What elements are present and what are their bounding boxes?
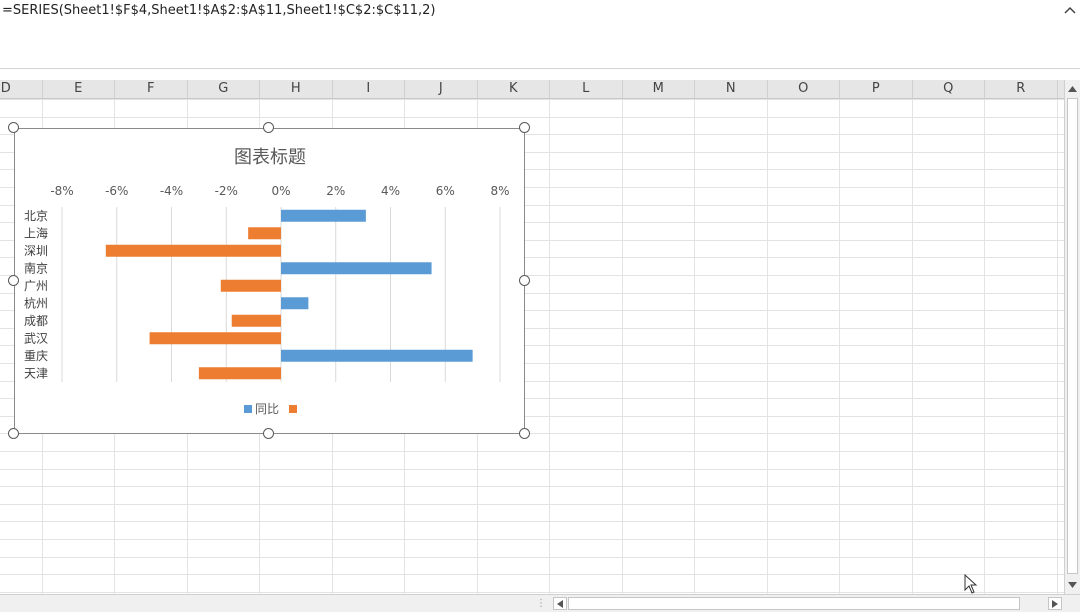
grid-line: [0, 591, 1064, 593]
category-label[interactable]: 杭州: [24, 295, 48, 310]
grid-line: [0, 99, 1064, 100]
x-tick-label[interactable]: 4%: [381, 184, 400, 198]
category-label[interactable]: 重庆: [24, 349, 48, 363]
bar-成都[interactable]: [231, 314, 281, 327]
resize-handle-right[interactable]: [519, 275, 530, 286]
category-label[interactable]: 成都: [24, 314, 48, 328]
category-label[interactable]: 广州: [24, 279, 48, 293]
legend-swatch-1[interactable]: [244, 405, 252, 413]
grid-line: [694, 99, 695, 594]
resize-handle-top-right[interactable]: [519, 122, 530, 133]
grid-line: [0, 116, 1064, 118]
column-header-n[interactable]: N: [695, 80, 768, 98]
category-label[interactable]: 上海: [24, 225, 48, 240]
grid-line: [839, 99, 840, 594]
x-tick-label[interactable]: -6%: [105, 184, 128, 198]
legend-swatch-2[interactable]: [289, 405, 297, 413]
grid-line: [1056, 99, 1058, 594]
resize-handle-bottom-left[interactable]: [8, 428, 19, 439]
legend-label-1[interactable]: 同比: [255, 402, 279, 416]
bar-北京[interactable]: [281, 209, 366, 222]
bar-杭州[interactable]: [281, 297, 309, 310]
x-tick-label[interactable]: 2%: [326, 184, 345, 198]
column-header-i[interactable]: I: [333, 80, 405, 98]
chart-area[interactable]: 图表标题 -8% -6% -4% -2% 0% 2% 4% 6% 8% 北京上海深圳南京广州杭州…: [14, 128, 525, 434]
x-tick-label[interactable]: 6%: [436, 184, 455, 198]
x-tick-label[interactable]: -4%: [160, 184, 183, 198]
resize-handle-top-left[interactable]: [8, 122, 19, 133]
horizontal-scroll-thumb[interactable]: [568, 597, 1020, 610]
resize-handle-bottom[interactable]: [263, 428, 274, 439]
grid-line: [0, 468, 1064, 470]
column-header-f[interactable]: F: [115, 80, 188, 98]
mouse-pointer-icon: [964, 573, 978, 598]
bar-chart[interactable]: 图表标题 -8% -6% -4% -2% 0% 2% 4% 6% 8% 北京上海深圳南京广州杭州…: [15, 129, 526, 435]
bar-武汉[interactable]: [149, 332, 281, 345]
x-tick-label[interactable]: 8%: [490, 184, 509, 198]
bar-重庆[interactable]: [281, 349, 473, 362]
grid-line: [766, 99, 768, 594]
column-header-g[interactable]: G: [188, 80, 260, 98]
column-header-j[interactable]: J: [405, 80, 478, 98]
scroll-right-icon[interactable]: [1048, 597, 1062, 610]
column-header-e[interactable]: E: [43, 80, 115, 98]
column-header-l[interactable]: L: [550, 80, 623, 98]
grid-line: [911, 99, 913, 594]
resize-handle-top[interactable]: [263, 122, 274, 133]
grid-line: [549, 99, 550, 594]
column-header-d[interactable]: D: [0, 80, 43, 98]
grid-line: [0, 503, 1064, 505]
column-header-h[interactable]: H: [260, 80, 333, 98]
column-header-o[interactable]: O: [768, 80, 840, 98]
bar-上海[interactable]: [248, 227, 281, 240]
formula-text[interactable]: =SERIES(Sheet1!$F$4,Sheet1!$A$2:$A$11,Sh…: [2, 3, 436, 18]
column-header-row: DEFGHIJKLMNOPQR: [0, 80, 1064, 99]
bar-天津[interactable]: [198, 367, 281, 380]
column-header-q[interactable]: Q: [913, 80, 985, 98]
vertical-scroll-thumb[interactable]: [1067, 98, 1078, 574]
grid-line: [621, 99, 623, 594]
vertical-scrollbar[interactable]: [1064, 80, 1080, 594]
chevron-up-icon[interactable]: [1062, 2, 1078, 18]
column-header-k[interactable]: K: [478, 80, 550, 98]
category-label[interactable]: 南京: [24, 260, 48, 275]
category-label[interactable]: 武汉: [24, 331, 48, 345]
resize-handle-bottom-right[interactable]: [519, 428, 530, 439]
formula-bar[interactable]: =SERIES(Sheet1!$F$4,Sheet1!$A$2:$A$11,Sh…: [0, 0, 1080, 69]
grid-line: [0, 521, 1064, 523]
column-header-m[interactable]: M: [623, 80, 695, 98]
column-header-p[interactable]: P: [840, 80, 913, 98]
column-header-r[interactable]: R: [985, 80, 1058, 98]
x-tick-label[interactable]: -2%: [215, 184, 238, 198]
bar-南京[interactable]: [281, 262, 432, 275]
x-tick-label[interactable]: -8%: [50, 184, 73, 198]
grid-line: [0, 556, 1064, 558]
grid-line: [0, 574, 1064, 576]
category-label[interactable]: 深圳: [24, 244, 48, 258]
grid-line: [0, 539, 1064, 540]
split-handle-icon[interactable]: ⋮: [536, 599, 546, 609]
chart-title[interactable]: 图表标题: [234, 147, 306, 168]
category-label[interactable]: 北京: [24, 209, 48, 223]
x-tick-label[interactable]: 0%: [271, 184, 290, 198]
category-label[interactable]: 天津: [24, 366, 48, 380]
scroll-down-icon[interactable]: [1065, 577, 1080, 593]
scroll-left-icon[interactable]: [553, 597, 567, 610]
grid-line: [0, 451, 1064, 452]
bar-广州[interactable]: [220, 279, 281, 292]
scroll-up-icon[interactable]: [1065, 81, 1080, 97]
horizontal-scroll-area[interactable]: ⋮: [0, 594, 1080, 612]
grid-line: [0, 486, 1064, 488]
grid-line: [984, 99, 985, 594]
bar-深圳[interactable]: [105, 244, 281, 257]
resize-handle-left[interactable]: [8, 275, 19, 286]
